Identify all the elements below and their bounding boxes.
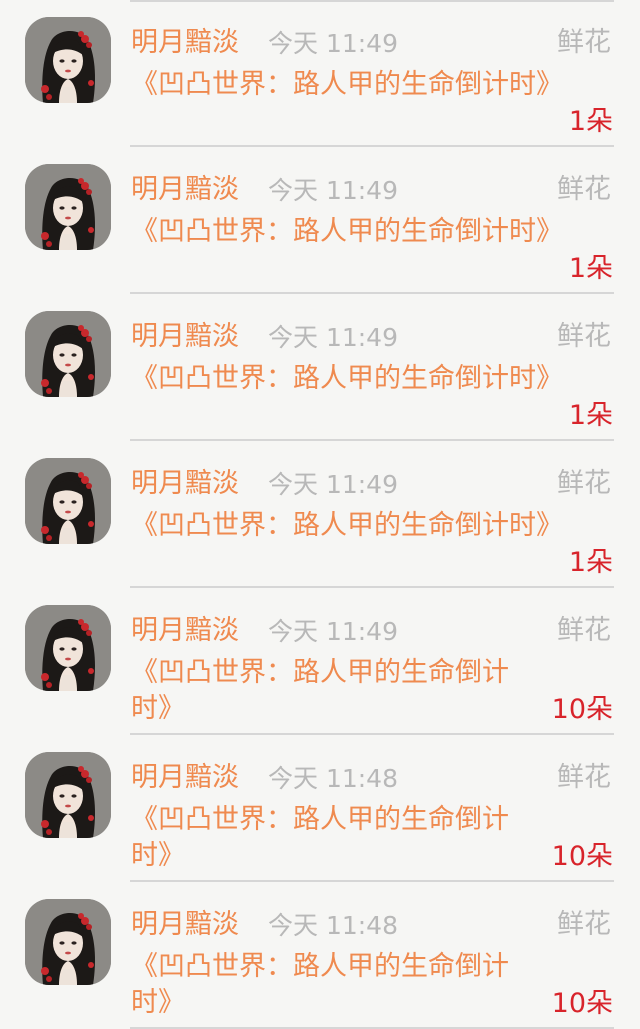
list-item[interactable]: 明月黯淡 今天 11:49 鲜花 《凹凸世界：路人甲的生命倒计时》 10朵 — [0, 588, 640, 735]
gift-type-label: 鲜花 — [557, 174, 611, 205]
sender-name[interactable]: 明月黯淡 — [131, 906, 239, 944]
timestamp: 今天 11:49 — [268, 323, 398, 352]
sender-name[interactable]: 明月黯淡 — [131, 465, 239, 503]
sender-name[interactable]: 明月黯淡 — [131, 171, 239, 209]
avatar[interactable] — [25, 17, 111, 103]
avatar[interactable] — [25, 458, 111, 544]
gift-type-label: 鲜花 — [557, 468, 611, 499]
gift-type-label: 鲜花 — [557, 762, 611, 793]
timestamp: 今天 11:49 — [268, 470, 398, 499]
book-title[interactable]: 《凹凸世界：路人甲的生命倒计时》 — [131, 655, 531, 727]
timestamp: 今天 11:48 — [268, 911, 398, 940]
book-title[interactable]: 《凹凸世界：路人甲的生命倒计时》 — [131, 508, 563, 544]
timestamp: 今天 11:49 — [268, 29, 398, 58]
gift-count: 10朵 — [551, 841, 613, 872]
book-title[interactable]: 《凹凸世界：路人甲的生命倒计时》 — [131, 67, 563, 103]
timestamp: 今天 11:49 — [268, 617, 398, 646]
sender-name[interactable]: 明月黯淡 — [131, 759, 239, 797]
gift-count: 1朵 — [568, 253, 613, 284]
gift-count: 1朵 — [568, 400, 613, 431]
gift-count: 1朵 — [568, 547, 613, 578]
sender-name[interactable]: 明月黯淡 — [131, 318, 239, 356]
timestamp: 今天 11:48 — [268, 764, 398, 793]
list-item[interactable]: 明月黯淡 今天 11:49 鲜花 《凹凸世界：路人甲的生命倒计时》 1朵 — [0, 0, 640, 147]
book-title[interactable]: 《凹凸世界：路人甲的生命倒计时》 — [131, 802, 531, 874]
sender-name[interactable]: 明月黯淡 — [131, 24, 239, 62]
list-item[interactable]: 明月黯淡 今天 11:48 鲜花 《凹凸世界：路人甲的生命倒计时》 10朵 — [0, 735, 640, 882]
gift-count: 1朵 — [568, 106, 613, 137]
avatar[interactable] — [25, 164, 111, 250]
book-title[interactable]: 《凹凸世界：路人甲的生命倒计时》 — [131, 214, 563, 250]
avatar[interactable] — [25, 311, 111, 397]
book-title[interactable]: 《凹凸世界：路人甲的生命倒计时》 — [131, 361, 563, 397]
gift-type-label: 鲜花 — [557, 615, 611, 646]
list-item[interactable]: 明月黯淡 今天 11:49 鲜花 《凹凸世界：路人甲的生命倒计时》 1朵 — [0, 147, 640, 294]
timestamp: 今天 11:49 — [268, 176, 398, 205]
list-item[interactable]: 明月黯淡 今天 11:48 鲜花 《凹凸世界：路人甲的生命倒计时》 10朵 — [0, 882, 640, 1029]
gift-type-label: 鲜花 — [557, 909, 611, 940]
avatar[interactable] — [25, 752, 111, 838]
gift-type-label: 鲜花 — [557, 27, 611, 58]
avatar[interactable] — [25, 605, 111, 691]
gift-message-list: 明月黯淡 今天 11:49 鲜花 《凹凸世界：路人甲的生命倒计时》 1朵 明月黯… — [0, 0, 640, 1029]
gift-count: 10朵 — [551, 694, 613, 725]
list-item[interactable]: 明月黯淡 今天 11:49 鲜花 《凹凸世界：路人甲的生命倒计时》 1朵 — [0, 294, 640, 441]
gift-type-label: 鲜花 — [557, 321, 611, 352]
avatar[interactable] — [25, 899, 111, 985]
gift-count: 10朵 — [551, 988, 613, 1019]
list-item[interactable]: 明月黯淡 今天 11:49 鲜花 《凹凸世界：路人甲的生命倒计时》 1朵 — [0, 441, 640, 588]
sender-name[interactable]: 明月黯淡 — [131, 612, 239, 650]
book-title[interactable]: 《凹凸世界：路人甲的生命倒计时》 — [131, 949, 531, 1021]
